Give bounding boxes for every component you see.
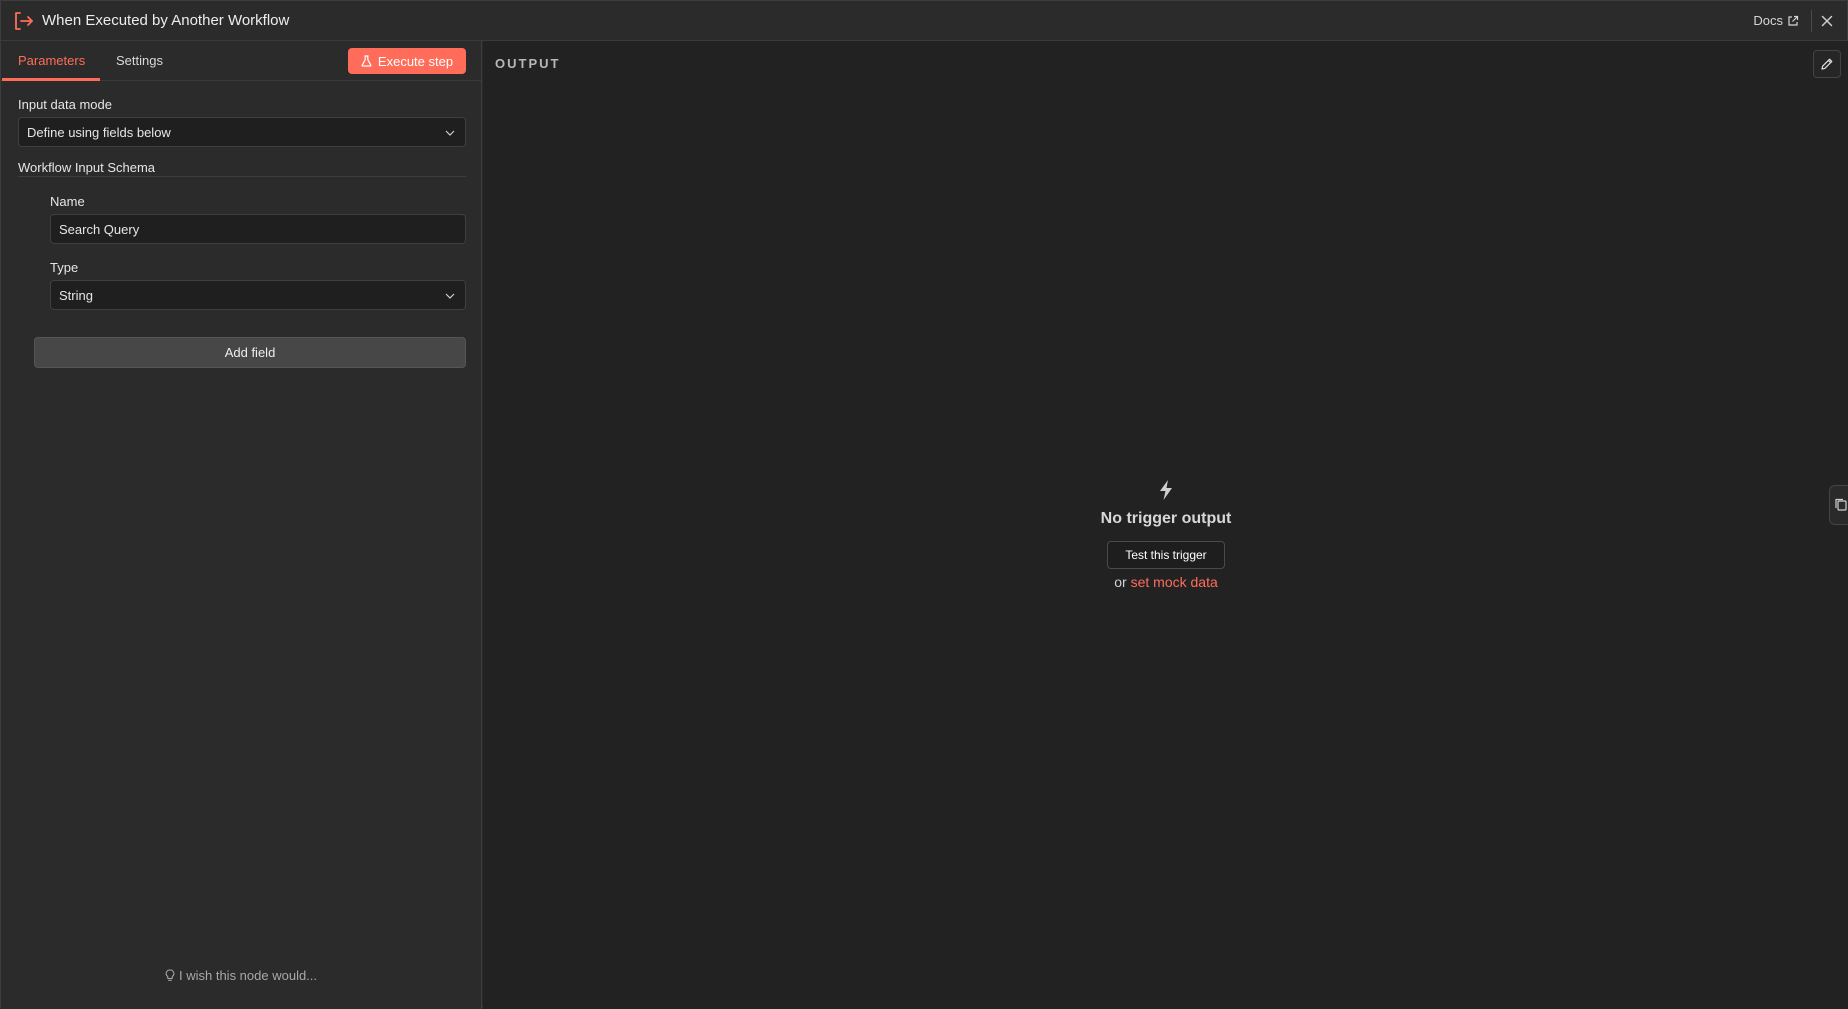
active-tab-indicator: [2, 78, 100, 81]
feedback-link[interactable]: I wish this node would...: [165, 968, 317, 983]
docs-link[interactable]: Docs: [1753, 13, 1799, 28]
name-input-value: Search Query: [59, 221, 140, 237]
input-data-mode-value: Define using fields below: [27, 124, 171, 140]
panel-tabs: Parameters Settings Execute step: [1, 41, 481, 81]
type-select-value: String: [59, 287, 93, 303]
name-input[interactable]: Search Query: [50, 214, 466, 244]
output-panel: OUTPUT No trigger output Test this trigg…: [483, 41, 1848, 1009]
chevron-down-icon: [445, 293, 455, 299]
name-field-label: Name: [50, 194, 85, 209]
flask-icon: [361, 55, 372, 67]
section-divider: [18, 176, 466, 177]
add-field-button[interactable]: Add field: [34, 337, 466, 368]
bolt-icon: [1160, 480, 1172, 500]
chevron-down-icon: [445, 130, 455, 136]
or-text: or: [1114, 574, 1127, 590]
type-field-label: Type: [50, 260, 79, 275]
type-select[interactable]: String: [50, 280, 466, 310]
feedback-label: I wish this node would...: [179, 968, 318, 983]
tab-parameters[interactable]: Parameters: [18, 53, 85, 68]
lightbulb-icon: [165, 969, 175, 981]
mock-data-line: or set mock data: [483, 574, 1848, 590]
empty-output-state: No trigger output Test this trigger or s…: [483, 41, 1848, 1009]
window-header: When Executed by Another Workflow Docs: [1, 1, 1847, 41]
set-mock-data-link[interactable]: set mock data: [1131, 574, 1218, 590]
sign-in-icon: [15, 12, 33, 30]
docs-label: Docs: [1753, 13, 1783, 28]
node-details-window: When Executed by Another Workflow Docs P…: [0, 0, 1848, 1009]
workflow-input-schema-title: Workflow Input Schema: [18, 160, 156, 175]
header-divider: [1811, 10, 1812, 32]
input-data-mode-select[interactable]: Define using fields below: [18, 117, 466, 147]
close-icon[interactable]: [1817, 11, 1837, 31]
test-trigger-button[interactable]: Test this trigger: [1107, 541, 1225, 569]
execute-step-button[interactable]: Execute step: [348, 48, 466, 74]
input-data-mode-label: Input data mode: [18, 97, 112, 112]
window-title: When Executed by Another Workflow: [42, 12, 290, 29]
parameters-panel: Parameters Settings Execute step Input d…: [1, 41, 482, 1009]
no-trigger-output-title: No trigger output: [1100, 510, 1232, 527]
external-link-icon: [1788, 15, 1799, 26]
tab-settings[interactable]: Settings: [116, 53, 163, 68]
execute-step-label: Execute step: [377, 53, 454, 69]
